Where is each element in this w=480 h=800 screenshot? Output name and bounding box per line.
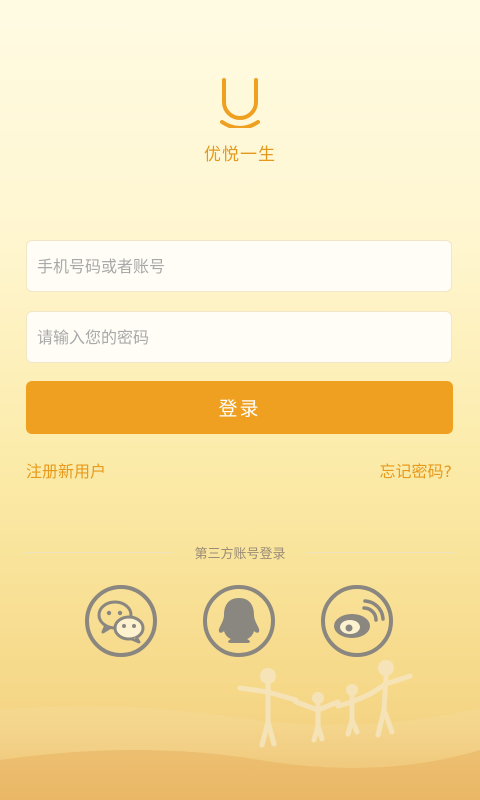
- register-link[interactable]: 注册新用户: [26, 458, 106, 482]
- password-input[interactable]: [26, 311, 452, 363]
- divider-right: [306, 552, 456, 553]
- login-button[interactable]: 登录: [26, 381, 453, 434]
- username-input[interactable]: [26, 240, 452, 292]
- logo-u-icon: [220, 78, 260, 128]
- forgot-password-link[interactable]: 忘记密码?: [380, 458, 453, 482]
- brand-name: 优悦一生: [204, 145, 276, 165]
- app-logo: [0, 78, 480, 128]
- family-beach-illustration: [0, 660, 480, 800]
